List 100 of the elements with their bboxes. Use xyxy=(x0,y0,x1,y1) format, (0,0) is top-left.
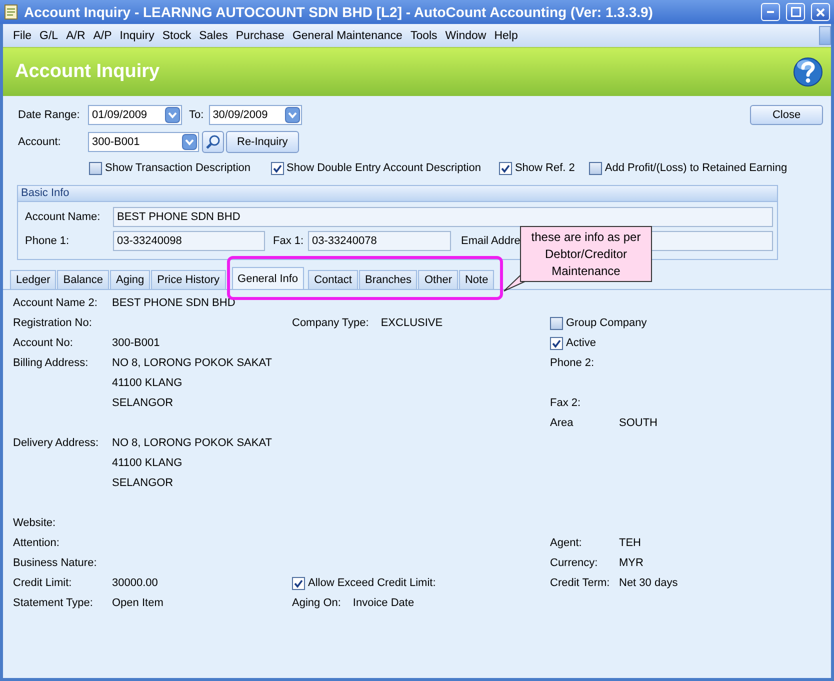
minimize-icon xyxy=(767,11,774,13)
menu-item[interactable]: Window xyxy=(441,30,490,42)
checkbox-label: Active xyxy=(566,337,596,349)
field-label: Credit Limit: xyxy=(13,576,73,591)
menu-item[interactable]: Help xyxy=(490,30,522,42)
close-icon xyxy=(816,8,825,16)
search-button[interactable] xyxy=(202,131,224,153)
account-name-field[interactable]: BEST PHONE SDN BHD xyxy=(113,207,773,227)
date-from-field[interactable]: 01/09/2009 xyxy=(88,105,182,125)
checkbox[interactable] xyxy=(550,336,563,350)
checkbox-label: Show Transaction Description xyxy=(105,162,251,174)
field-value: SOUTH xyxy=(619,416,658,431)
date-range-label: Date Range: xyxy=(18,109,81,121)
field-value: 41100 KLANG xyxy=(112,456,184,471)
tab[interactable]: Branches xyxy=(358,270,418,289)
annotation-tooltip: these are info as per Debtor/Creditor Maintenance xyxy=(520,226,652,282)
tab[interactable]: Aging xyxy=(110,270,150,289)
account-field[interactable]: 300-B001 xyxy=(88,132,199,152)
field-value: 300-B001 xyxy=(112,336,161,351)
checkbox[interactable] xyxy=(550,316,563,330)
field-label: Registration No: xyxy=(13,316,93,331)
document-icon xyxy=(4,4,18,20)
field-label: Phone 2: xyxy=(550,356,596,371)
phone-field[interactable]: 03-33240098 xyxy=(113,231,265,251)
checkmark-icon xyxy=(294,578,303,588)
menu-item[interactable]: Sales xyxy=(195,30,232,42)
account-label: Account: xyxy=(18,136,62,148)
tab[interactable]: Note xyxy=(458,270,494,289)
checkbox[interactable] xyxy=(498,162,512,174)
field-value: Invoice Date xyxy=(352,597,414,609)
tab[interactable]: Price History xyxy=(151,270,226,289)
search-icon xyxy=(205,134,221,150)
menu-item[interactable]: A/R xyxy=(62,30,90,42)
field-label: Delivery Address: xyxy=(13,436,100,451)
phone-label: Phone 1: xyxy=(25,235,70,247)
field-value: 30000.00 xyxy=(112,576,159,591)
checkbox-label: Show Ref. 2 xyxy=(514,162,575,174)
group-title: Basic Info xyxy=(18,186,777,202)
checkbox-label: Group Company xyxy=(566,317,647,329)
checkbox[interactable] xyxy=(89,162,102,174)
field-label: Aging On: xyxy=(292,597,341,609)
close-button[interactable]: Close xyxy=(750,105,823,125)
menu-item[interactable]: Tools xyxy=(406,30,442,42)
field-value: SELANGOR xyxy=(112,396,174,411)
page-title: Account Inquiry xyxy=(15,61,160,83)
account-name-label: Account Name: xyxy=(25,211,102,223)
checkmark-icon xyxy=(552,338,561,348)
menu-item[interactable]: A/P xyxy=(89,30,116,42)
checkbox[interactable] xyxy=(588,162,602,174)
tab[interactable]: Contact xyxy=(308,270,358,289)
help-icon[interactable] xyxy=(793,56,823,88)
field-value: NO 8, LORONG POKOK SAKAT xyxy=(112,436,273,451)
field-label: Area xyxy=(550,416,574,431)
window-title: Account Inquiry - LEARNNG AUTOCOUNT SDN BHD [L2] - AutoCount Accounting (Ver: 1.3.3.9) xyxy=(24,4,654,20)
maximize-icon xyxy=(790,7,800,17)
email-label: Email Addre xyxy=(461,235,522,247)
field-label: Website: xyxy=(13,516,57,531)
field-value: EXCLUSIVE xyxy=(380,317,443,329)
menu-item[interactable]: Stock xyxy=(158,30,196,42)
field-label: Account No: xyxy=(13,336,74,351)
menu-item[interactable]: Inquiry xyxy=(116,30,158,42)
field-label: Account Name 2: xyxy=(13,296,98,311)
field-label: Fax 2: xyxy=(550,396,582,411)
field-value: Open Item xyxy=(112,596,164,611)
minimize-button[interactable] xyxy=(761,3,780,21)
re-inquiry-button[interactable]: Re-Inquiry xyxy=(226,131,299,153)
field-label: Business Nature: xyxy=(13,556,98,571)
field-value: TEH xyxy=(619,536,642,551)
menu-item[interactable]: Purchase xyxy=(232,30,288,42)
checkbox[interactable] xyxy=(270,162,284,174)
field-value: NO 8, LORONG POKOK SAKAT xyxy=(112,356,273,371)
field-value: 41100 KLANG xyxy=(112,376,184,391)
close-button[interactable] xyxy=(811,3,830,21)
checkmark-icon xyxy=(272,164,282,172)
date-to-label: To: xyxy=(189,109,204,121)
checkbox-label: Show Double Entry Account Description xyxy=(286,162,481,174)
menu-item[interactable]: File xyxy=(9,30,36,42)
tab[interactable]: General Info xyxy=(232,267,304,289)
field-value: SELANGOR xyxy=(112,476,174,491)
checkbox-label: Allow Exceed Credit Limit: xyxy=(308,577,436,589)
menu-item[interactable]: G/L xyxy=(36,30,62,42)
field-label: Attention: xyxy=(13,536,60,551)
tab[interactable]: Other xyxy=(418,270,458,289)
field-label: Currency: xyxy=(550,556,599,571)
tab[interactable]: Balance xyxy=(57,270,110,289)
fax-label: Fax 1: xyxy=(273,235,305,247)
fax-field[interactable]: 03-33240078 xyxy=(308,231,451,251)
menu-item[interactable]: General Maintenance xyxy=(288,30,406,42)
field-value: BEST PHONE SDN BHD xyxy=(112,296,236,311)
date-to-field[interactable]: 30/09/2009 xyxy=(208,105,302,125)
field-label: Statement Type: xyxy=(13,596,94,611)
maximize-button[interactable] xyxy=(786,3,805,21)
tab[interactable]: Ledger xyxy=(10,270,56,289)
checkmark-icon xyxy=(500,164,510,172)
field-label: Credit Term: xyxy=(550,576,611,591)
field-label: Agent: xyxy=(550,536,583,551)
checkbox[interactable] xyxy=(292,576,305,590)
field-label: Company Type: xyxy=(292,317,369,329)
field-value: Net 30 days xyxy=(619,576,679,591)
field-label: Billing Address: xyxy=(13,356,90,371)
